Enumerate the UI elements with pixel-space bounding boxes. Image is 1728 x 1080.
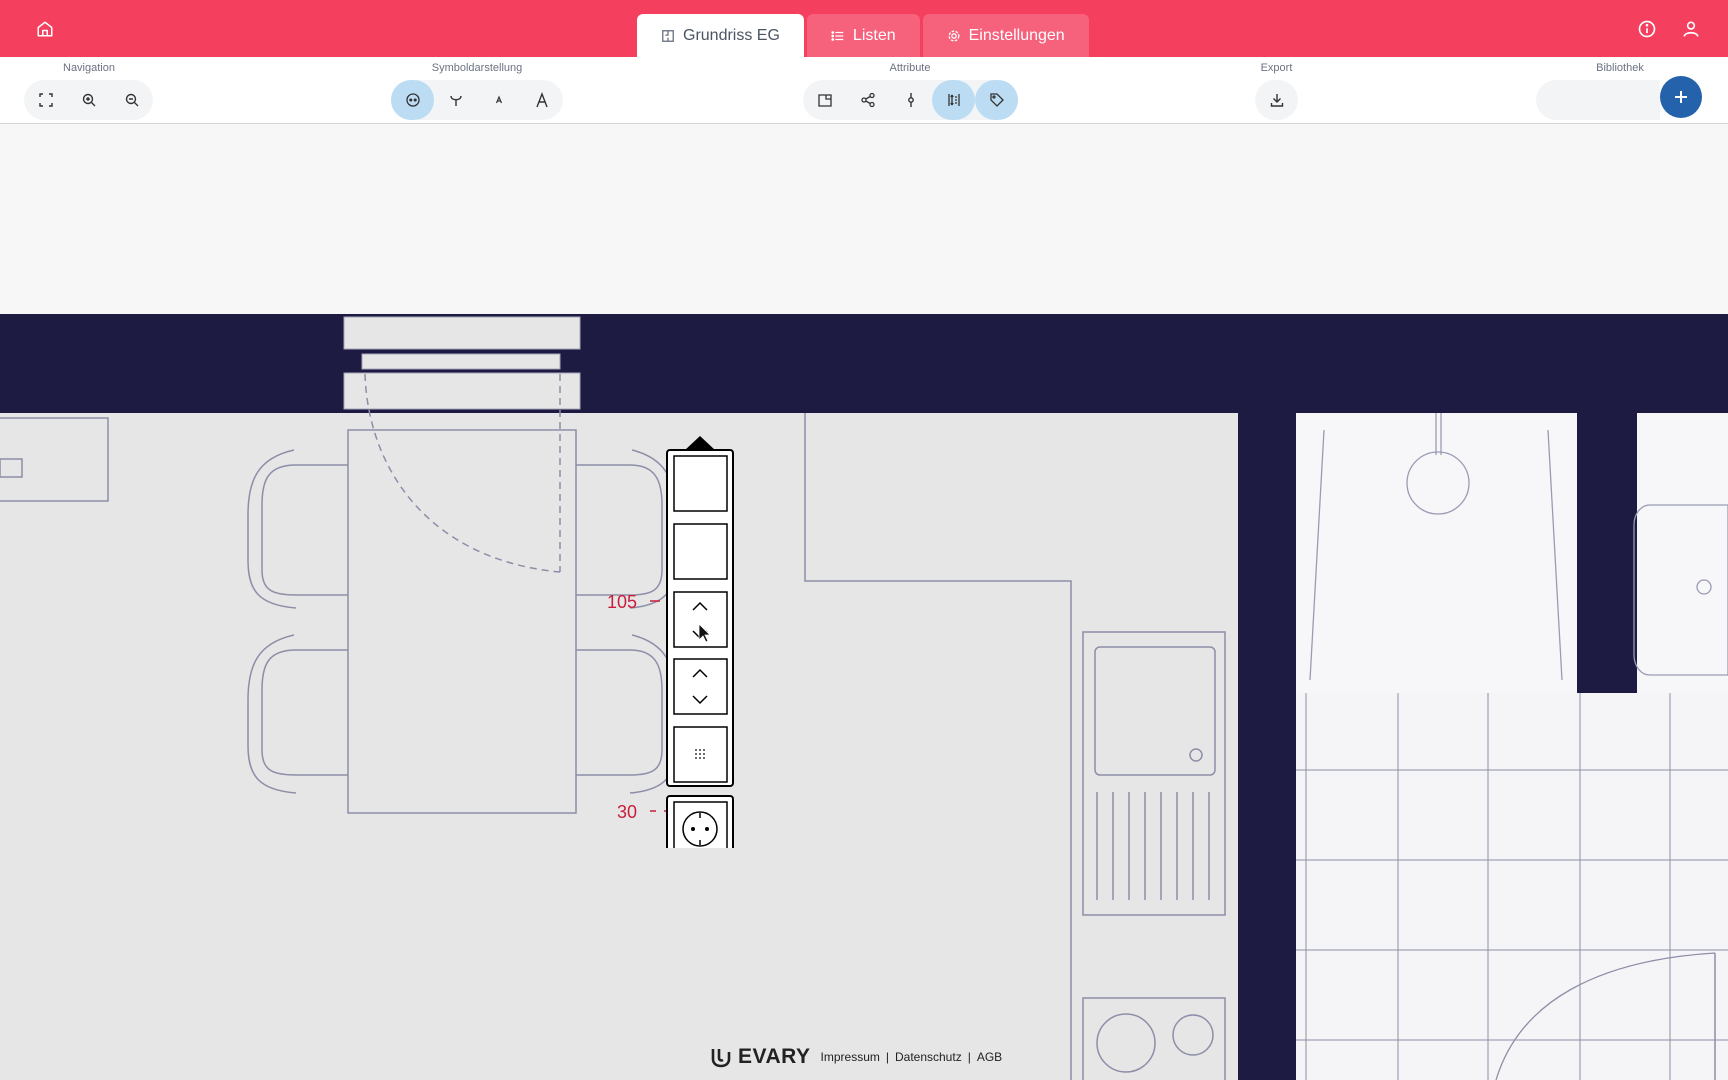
fullscreen-icon (38, 93, 53, 107)
switch-stack (666, 436, 734, 864)
floorplan-drawing (0, 314, 1728, 1080)
tab-grundriss[interactable]: Grundriss EG (637, 14, 804, 57)
dimension-label: 105 (607, 592, 638, 612)
list-icon (831, 30, 844, 41)
wall (1577, 413, 1637, 693)
home-icon (37, 21, 53, 37)
plus-icon (1675, 91, 1687, 103)
footer: EVARY Impressum | Datenschutz | AGB (710, 1044, 1002, 1070)
attribute-buttons (803, 80, 1018, 120)
switch-combination-popup[interactable] (666, 432, 734, 864)
zoom-in-icon (82, 93, 95, 107)
link-separator: | (967, 1050, 971, 1064)
group-label: Symboldarstellung (431, 62, 523, 74)
large-text-button[interactable] (520, 80, 563, 120)
room-floor (0, 413, 1238, 1080)
tab-bar: Grundriss EG Listen Einstellungen (637, 14, 1089, 57)
download-button[interactable] (1255, 80, 1298, 120)
room-icon (817, 94, 832, 107)
tab-label: Grundriss EG (683, 26, 780, 44)
info-icon (1638, 20, 1656, 38)
wall (1238, 413, 1296, 1080)
info-button[interactable] (1632, 14, 1662, 44)
bathroom-floor (1637, 413, 1728, 693)
footer-links: Impressum | Datenschutz | AGB (821, 1050, 1003, 1064)
evary-logo-icon (711, 1049, 731, 1068)
export-buttons (1255, 80, 1298, 120)
user-icon (1683, 21, 1699, 37)
agb-link[interactable]: AGB (977, 1050, 1002, 1064)
blind-switch-module[interactable] (673, 658, 728, 715)
tab-label: Einstellungen (968, 26, 1065, 44)
zoom-out-icon (125, 93, 138, 107)
attribute-group: Attribute (803, 57, 1018, 124)
symbol-socket-button[interactable] (391, 80, 434, 120)
tag-icon (989, 93, 1004, 107)
tile-floor (1296, 693, 1728, 1080)
library-group: Bibliothek (1536, 57, 1704, 124)
home-button[interactable] (30, 14, 60, 44)
dimension-label: 30 (617, 802, 638, 822)
tab-label: Listen (852, 26, 896, 44)
floorplan-icon (662, 29, 674, 42)
group-label: Attribute (889, 62, 931, 74)
fit-view-button[interactable] (24, 80, 67, 120)
symbol-plan-button[interactable] (434, 80, 477, 120)
height-attribute-button[interactable] (932, 80, 975, 120)
library-search-input[interactable] (1536, 80, 1660, 120)
room-attribute-button[interactable] (803, 80, 846, 120)
commit-icon (907, 93, 914, 107)
socket-icon (405, 93, 420, 107)
download-icon (1270, 94, 1283, 107)
header-actions (1632, 14, 1706, 44)
add-library-button[interactable] (1660, 76, 1702, 118)
user-button[interactable] (1676, 14, 1706, 44)
toolbar: Navigation Symboldarstellung Attribute E… (0, 57, 1728, 124)
tab-listen[interactable]: Listen (806, 14, 920, 57)
datenschutz-link[interactable]: Datenschutz (895, 1050, 962, 1064)
keypad-icon (695, 749, 705, 759)
blank-module[interactable] (673, 523, 728, 580)
symbol-group: Symboldarstellung (391, 57, 563, 124)
top-bar: Grundriss EG Listen Einstellungen (0, 0, 1728, 57)
wall (0, 314, 1728, 414)
brand-name: EVARY (738, 1045, 811, 1068)
small-text-button[interactable] (477, 80, 520, 120)
navigation-buttons (24, 80, 153, 120)
impressum-link[interactable]: Impressum (821, 1050, 880, 1064)
floorplan-canvas[interactable]: 105 30 (0, 124, 1728, 1080)
navigation-group: Navigation (24, 57, 154, 124)
window (343, 316, 581, 410)
text-large-icon (535, 92, 548, 108)
group-label: Bibliothek (1596, 62, 1644, 74)
link-separator: | (885, 1050, 889, 1064)
symbol-buttons (391, 80, 563, 120)
y-symbol-icon (449, 95, 462, 106)
gear-icon (948, 30, 960, 41)
tab-einstellungen[interactable]: Einstellungen (922, 14, 1089, 57)
brand-logo: EVARY (710, 1045, 811, 1069)
export-group: Export (1255, 57, 1298, 124)
group-label: Navigation (63, 62, 115, 74)
blank-module[interactable] (673, 455, 728, 512)
zoom-out-button[interactable] (110, 80, 153, 120)
tag-button[interactable] (975, 80, 1018, 120)
commit-button[interactable] (889, 80, 932, 120)
group-label: Export (1260, 62, 1293, 74)
share-icon (860, 92, 875, 108)
zoom-in-button[interactable] (67, 80, 110, 120)
connection-button[interactable] (846, 80, 889, 120)
height-icon (947, 94, 960, 106)
text-small-icon (495, 95, 502, 104)
